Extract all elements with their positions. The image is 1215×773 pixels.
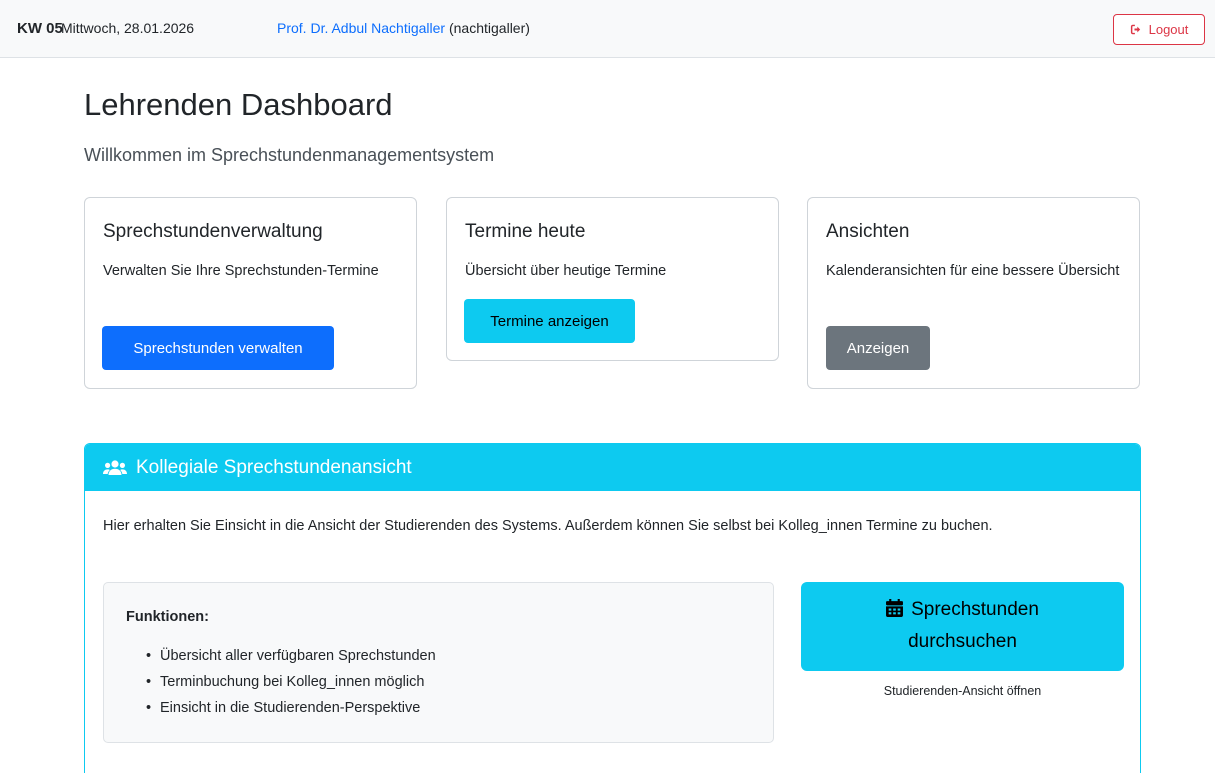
current-date: Mittwoch, 28.01.2026	[61, 20, 195, 36]
list-item: Einsicht in die Studierenden-Perspektive	[146, 695, 436, 721]
browse-button-label-line1: Sprechstunden	[911, 599, 1039, 620]
user-info: Prof. Dr. Adbul Nachtigaller (nachtigall…	[277, 20, 530, 36]
card-termine-heute: Termine heute Übersicht über heutige Ter…	[446, 197, 779, 361]
card-title: Sprechstundenverwaltung	[103, 221, 323, 242]
card-text: Verwalten Sie Ihre Sprechstunden-Termine	[103, 263, 379, 279]
sign-out-icon	[1130, 24, 1140, 35]
logout-button[interactable]: Logout	[1113, 14, 1205, 45]
panel-header: Kollegiale Sprechstundenansicht	[85, 444, 1140, 491]
page-title: Lehrenden Dashboard	[84, 87, 393, 122]
card-title: Ansichten	[826, 221, 910, 242]
card-title: Termine heute	[465, 221, 586, 242]
features-heading: Funktionen:	[126, 609, 209, 625]
page-subtitle: Willkommen im Sprechstundenmanagementsys…	[84, 145, 495, 165]
colleague-office-hours-panel: Kollegiale Sprechstundenansicht Hier erh…	[84, 443, 1141, 773]
manage-office-hours-button[interactable]: Sprechstunden verwalten	[102, 326, 334, 370]
top-navbar: KW 05 Mittwoch, 28.01.2026 Prof. Dr. Adb…	[0, 0, 1215, 58]
open-student-view-hint: Studierenden-Ansicht öffnen	[883, 684, 1042, 698]
card-text: Übersicht über heutige Termine	[465, 263, 667, 279]
features-box: Funktionen: Übersicht aller verfügbaren …	[103, 582, 774, 743]
calendar-icon	[886, 599, 904, 617]
browse-button-label-line2: durchsuchen	[908, 631, 1017, 652]
features-list: Übersicht aller verfügbaren Sprechstunde…	[146, 643, 436, 721]
card-ansichten: Ansichten Kalenderansichten für eine bes…	[807, 197, 1140, 389]
users-icon	[103, 459, 127, 475]
user-login: (nachtigaller)	[448, 20, 530, 36]
list-item: Übersicht aller verfügbaren Sprechstunde…	[146, 643, 436, 669]
calendar-week: KW 05	[17, 20, 63, 37]
card-text: Kalenderansichten für eine bessere Übers…	[826, 263, 1120, 279]
logout-label: Logout	[1148, 22, 1189, 37]
show-views-button[interactable]: Anzeigen	[826, 326, 930, 370]
browse-office-hours-button[interactable]: Sprechstunden durchsuchen	[801, 582, 1124, 671]
user-name-link[interactable]: Prof. Dr. Adbul Nachtigaller	[277, 20, 445, 36]
card-sprechstundenverwaltung: Sprechstundenverwaltung Verwalten Sie Ih…	[84, 197, 417, 389]
panel-title: Kollegiale Sprechstundenansicht	[136, 456, 412, 478]
show-appointments-button[interactable]: Termine anzeigen	[464, 299, 635, 343]
list-item: Terminbuchung bei Kolleg_innen möglich	[146, 669, 436, 695]
panel-description: Hier erhalten Sie Einsicht in die Ansich…	[103, 518, 993, 534]
